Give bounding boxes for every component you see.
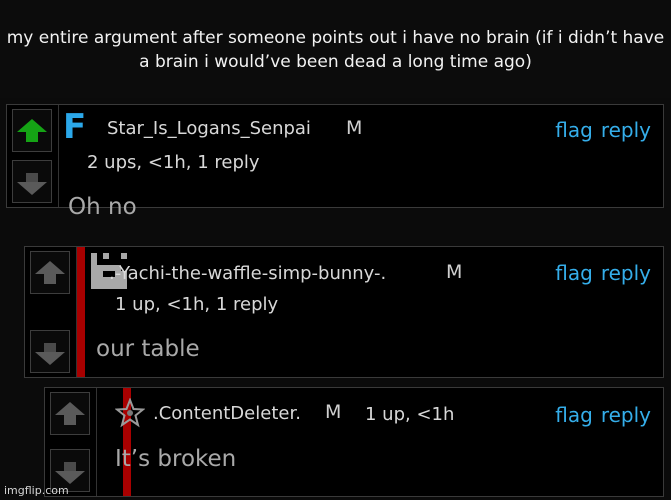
reply-link[interactable]: reply xyxy=(601,261,651,285)
username-link[interactable]: Star_Is_Logans_Senpai xyxy=(107,118,311,139)
reply-link[interactable]: reply xyxy=(601,403,651,427)
gender-badge: M xyxy=(325,401,342,423)
vote-column xyxy=(45,388,97,496)
up-arrow-icon xyxy=(35,261,65,284)
comment-meta: 1 up, <1h, 1 reply xyxy=(115,294,279,315)
username-link[interactable]: .ContentDeleter. xyxy=(153,403,301,424)
reply-thread-bar xyxy=(77,247,85,377)
down-arrow-icon xyxy=(35,343,65,365)
comment-actions: flag reply xyxy=(547,261,651,285)
flag-link[interactable]: flag xyxy=(555,118,593,142)
reply-link[interactable]: reply xyxy=(601,118,651,142)
comment-actions: flag reply xyxy=(547,118,651,142)
gender-badge: M xyxy=(446,261,463,283)
gender-badge: M xyxy=(346,117,363,139)
comment-1: F Star_Is_Logans_Senpai M flag reply 2 up… xyxy=(6,104,664,220)
vote-column xyxy=(7,105,59,207)
comment-text: our table xyxy=(96,336,200,362)
comment-meta: 1 up, <1h xyxy=(365,404,455,425)
comment-3: .ContentDeleter. M 1 up, <1h flag reply I… xyxy=(44,387,664,497)
user-avatar[interactable]: F xyxy=(63,110,87,144)
imgflip-watermark: imgflip.com xyxy=(4,484,69,497)
downvote-button[interactable] xyxy=(12,160,52,203)
comment-actions: flag reply xyxy=(547,403,651,427)
flag-link[interactable]: flag xyxy=(555,261,593,285)
flag-link[interactable]: flag xyxy=(555,403,593,427)
down-arrow-icon xyxy=(17,173,47,195)
comment-meta: 2 ups, <1h, 1 reply xyxy=(87,152,260,173)
up-arrow-icon xyxy=(55,402,85,425)
vote-column xyxy=(25,247,77,377)
comment-text: It’s broken xyxy=(115,446,237,472)
star-avatar-icon xyxy=(114,397,146,428)
upvote-button[interactable] xyxy=(12,109,52,152)
down-arrow-icon xyxy=(55,462,85,484)
comment-2: .-Yachi-the-waffle-simp-bunny-. M flag re… xyxy=(24,246,664,378)
comment-text: Oh no xyxy=(68,194,137,220)
meme-caption: my entire argument after someone points … xyxy=(0,0,671,98)
user-avatar[interactable] xyxy=(114,397,146,428)
avatar-letter-icon: F xyxy=(63,107,87,147)
upvote-button[interactable] xyxy=(30,251,70,294)
downvote-button[interactable] xyxy=(30,330,70,373)
up-arrow-icon xyxy=(17,119,47,142)
upvote-button[interactable] xyxy=(50,392,90,435)
username-link[interactable]: .-Yachi-the-waffle-simp-bunny-. xyxy=(109,263,386,284)
